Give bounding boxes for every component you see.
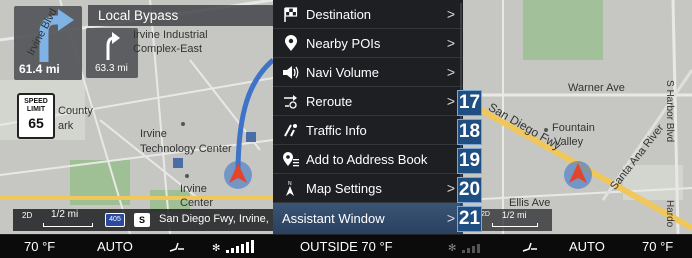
fan-speed-icon-right: ✻ [448,243,480,254]
speed-limit-value: 65 [28,115,44,131]
callout-badge: 21 [457,206,482,232]
right-temperature: 70 °F [642,239,674,254]
menu-item-label: Navi Volume [306,65,379,80]
menu-item-label: Traffic Info [306,123,367,138]
chevron-right-icon: > [446,210,455,226]
traffic-icon [284,124,297,137]
menu-item-assistant-window[interactable]: Assistant Window > [273,203,463,234]
menu-item-nearby-pois[interactable]: Nearby POIs > [273,29,463,58]
speaker-icon [283,66,299,79]
map-label: Warner Ave [568,82,625,94]
map-label: ark [58,120,74,132]
menu-item-label: Map Settings [306,181,382,196]
menu-item-navi-volume[interactable]: Navi Volume > [273,58,463,87]
chevron-right-icon: > [446,180,455,196]
second-turn-distance: 63.3 mi [95,63,128,74]
map-scale-right: 1/2 mi [502,210,527,220]
reroute-icon [284,95,297,109]
second-turn-panel: 63.3 mi [86,28,138,78]
menu-item-traffic-info[interactable]: Traffic Info [273,116,463,145]
map-label: Technology Center [140,143,232,155]
compass-icon: N [286,181,294,196]
menu-item-label: Nearby POIs [306,36,381,51]
svg-text:✻: ✻ [448,243,456,254]
map-label: Irvine [140,128,167,140]
scale-bar-right: 2D 1/2 mi [478,209,552,231]
map-label: Hardo [664,200,675,228]
map-label: Center [180,197,214,209]
navigation-menu: Destination > Nearby POIs > Navi Volume … [273,0,463,234]
view-mode[interactable]: 2D [22,211,32,220]
map-label: Valley [554,136,584,148]
view-mode-right[interactable]: 2D [481,211,490,218]
chevron-right-icon: > [446,64,455,80]
scale-bar [492,223,538,227]
menu-item-destination[interactable]: Destination > [273,0,463,29]
callout-badge: 17 [457,90,482,116]
map-scale: 1/2 mi [51,209,79,220]
menu-item-label: Destination [306,7,372,22]
map-label: Fountain [552,122,595,134]
next-turn-distance: 61.4 mi [19,62,60,76]
menu-item-map-settings[interactable]: N Map Settings > [273,174,463,203]
menu-item-label: Reroute [306,94,353,109]
speed-limit-caption: SPEED LIMIT [24,98,48,113]
outside-temperature: OUTSIDE 70 °F [300,239,393,254]
left-climate-mode: AUTO [97,239,133,254]
map-label: S Harbor Blvd [664,80,675,143]
chevron-right-icon: > [446,93,455,109]
add-address-icon [283,152,299,167]
map-label: Irvine [180,183,207,195]
map-label: Ellis Ave [509,197,551,209]
map-left[interactable]: Local Bypass 61.4 mi 63.3 mi SPEED LIMIT… [0,0,273,234]
current-street: San Diego Fwy, Irvine, [159,213,269,225]
road-name: Local Bypass [98,8,179,23]
interstate-shield-icon: 405 [105,213,125,227]
chevron-right-icon: > [446,6,455,22]
climate-status-bar: 70 °F AUTO ✻ OUTSIDE 70 °F ✻ AUTO 70 °F [0,234,692,258]
callout-badge: 19 [457,148,482,174]
map-label: County [58,105,93,117]
svg-text:✻: ✻ [212,243,220,254]
chevron-right-icon: > [446,35,455,51]
airflow-icon-right [522,242,537,252]
map-right[interactable]: Warner Ave San Diego Fwy Fountain Valley… [463,0,692,234]
flag-icon [284,7,298,22]
menu-item-label: Add to Address Book [306,152,428,167]
fan-speed-icon: ✻ [212,240,254,254]
keep-right-arrow-icon [106,32,120,60]
location-pin-icon [285,35,297,51]
callout-badge: 18 [457,119,482,145]
speed-limit-sign: SPEED LIMIT 65 [17,93,55,139]
map-label: Complex-East [133,43,203,55]
callout-badge: 20 [457,177,482,203]
route-shield-icon: S [134,213,150,227]
map-label: Irvine Industrial [133,29,208,41]
menu-item-add-to-address-book[interactable]: Add to Address Book [273,145,463,174]
location-bar: 2D 1/2 mi 405 S San Diego Fwy, Irvine, [13,209,273,231]
scale-bar [43,223,93,227]
menu-item-reroute[interactable]: Reroute > [273,87,463,116]
road-name-banner: Local Bypass [88,5,273,26]
left-temperature: 70 °F [24,239,56,254]
airflow-icon [169,242,184,252]
right-climate-mode: AUTO [569,239,605,254]
menu-item-label: Assistant Window [282,211,385,226]
